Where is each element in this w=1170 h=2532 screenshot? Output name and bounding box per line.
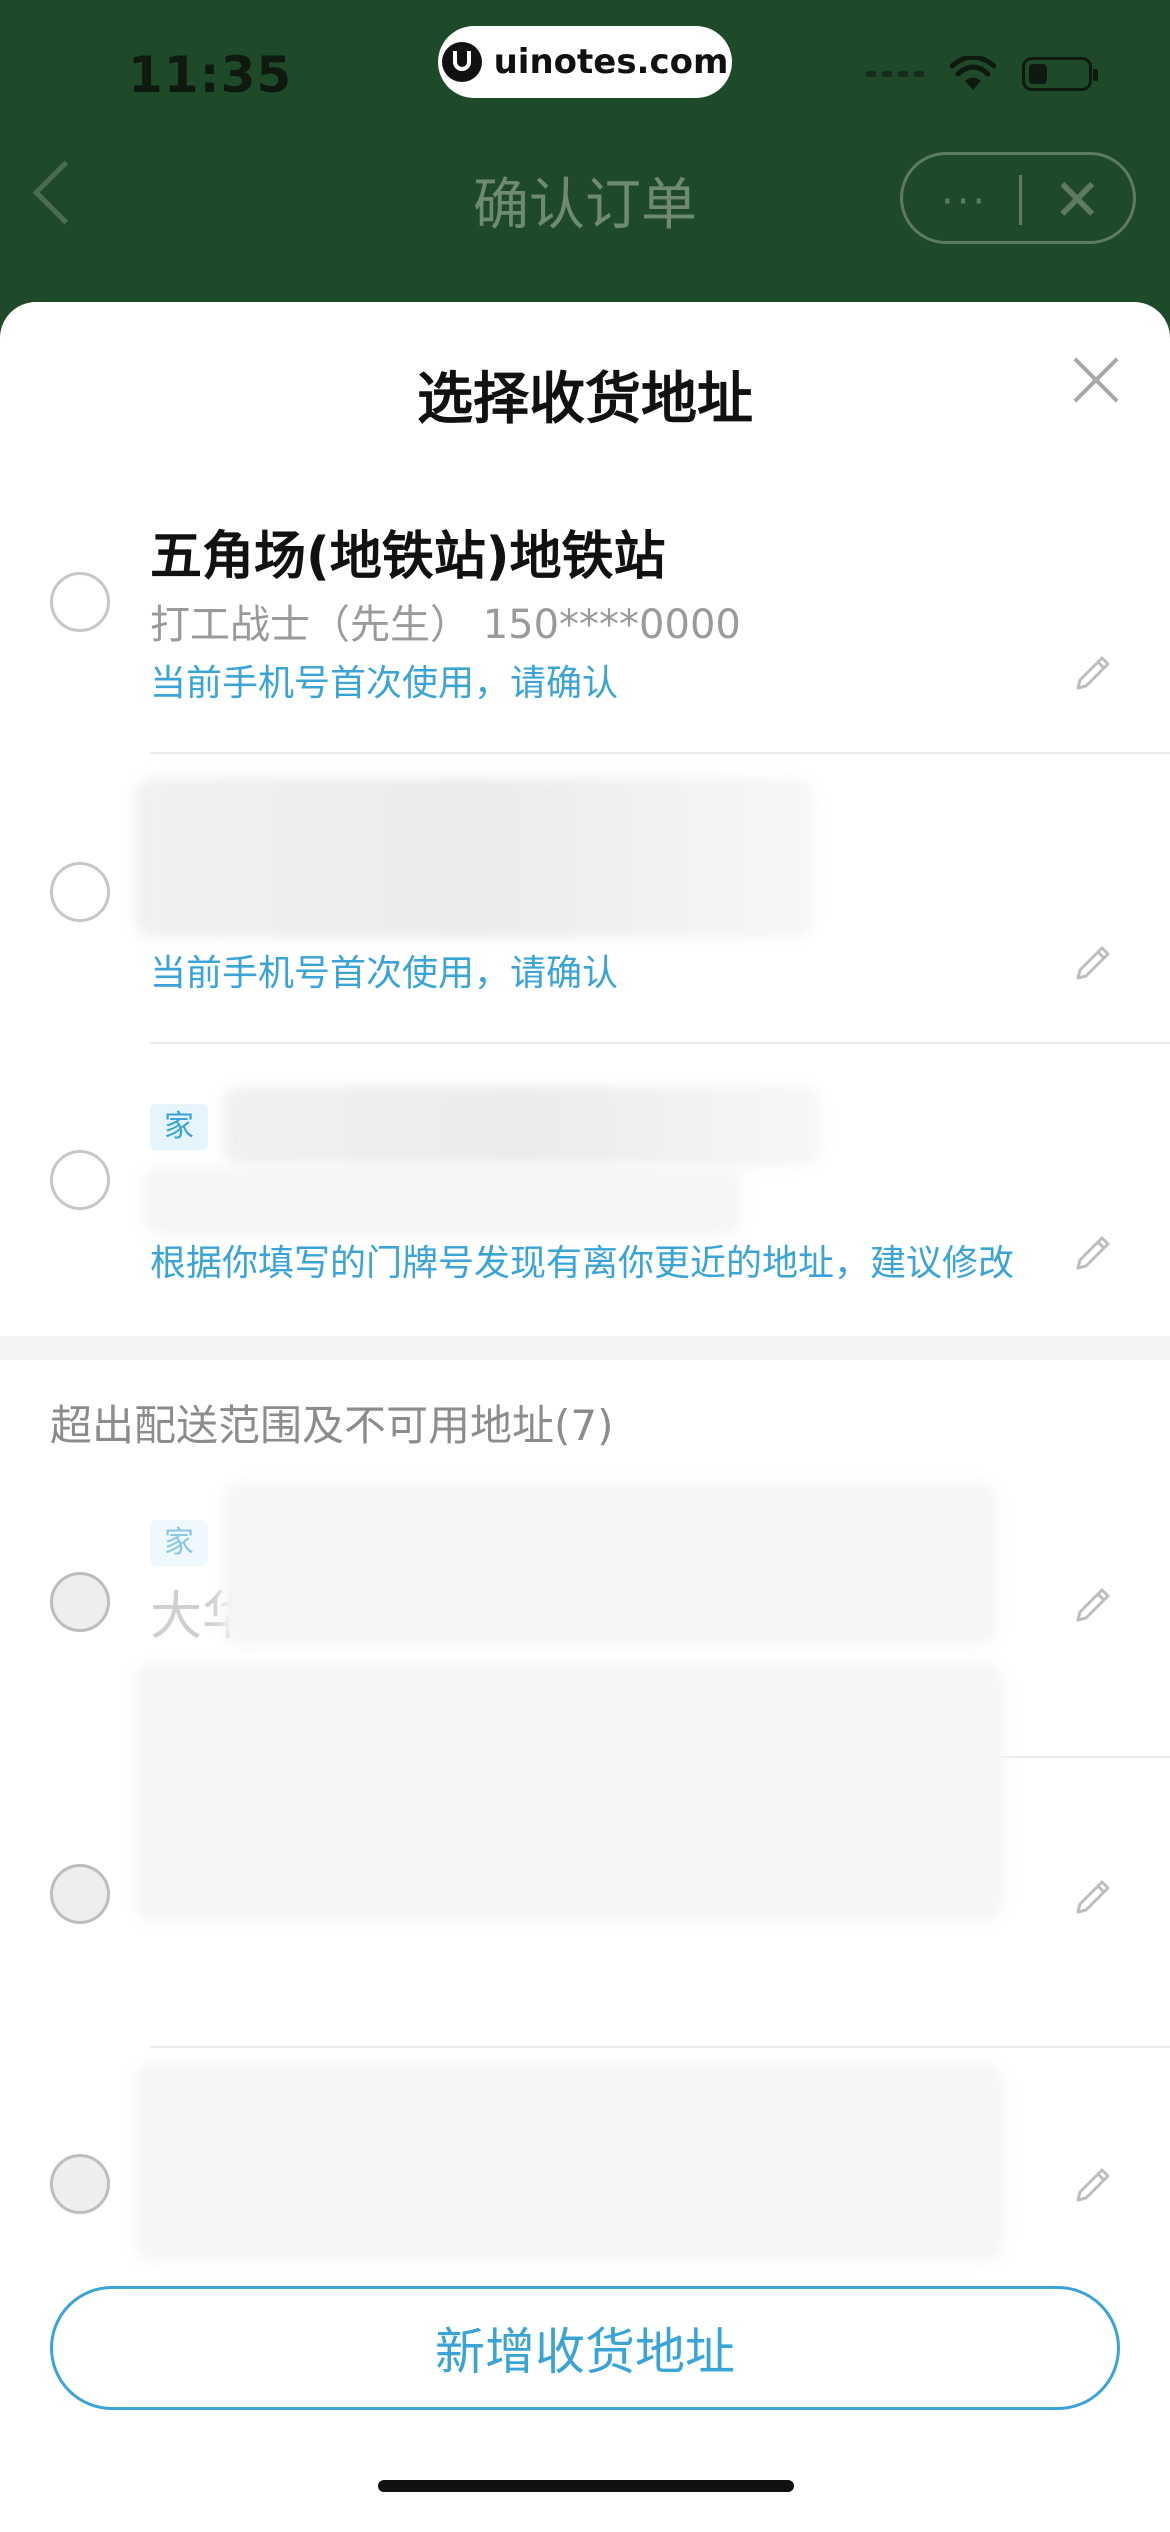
address-radio-1[interactable] xyxy=(50,572,110,632)
address-note-3: 根据你填写的门牌号发现有离你更近的地址，建议修改 xyxy=(150,1243,1015,1284)
address-divider xyxy=(150,2046,1170,2048)
address-sheet: 选择收货地址 五角场(地铁站)地铁站 打工战士（先生） 150****0000 … xyxy=(0,302,1170,2532)
address-divider xyxy=(150,752,1170,754)
signal-icon xyxy=(866,71,924,77)
home-indicator xyxy=(378,2480,794,2492)
capsule-close-icon[interactable]: ✕ xyxy=(1053,171,1102,229)
unavailable-radio-3 xyxy=(50,2154,110,2214)
address-note-2: 当前手机号首次使用，请确认 xyxy=(150,953,619,994)
unavailable-radio-1 xyxy=(50,1572,110,1632)
address-radio-2[interactable] xyxy=(50,862,110,922)
url-text: uinotes.com xyxy=(493,42,729,82)
close-icon[interactable] xyxy=(1070,354,1122,406)
redacted-address-2 xyxy=(134,778,814,938)
edit-icon[interactable] xyxy=(1072,1580,1116,1624)
edit-icon[interactable] xyxy=(1072,1228,1116,1272)
sheet-title: 选择收货地址 xyxy=(417,367,753,432)
unavailable-section-title: 超出配送范围及不可用地址(7) xyxy=(50,1401,614,1450)
address-name-1: 五角场(地铁站)地铁站 xyxy=(150,527,666,587)
redacted-unavailable-1 xyxy=(222,1482,998,1646)
add-address-button[interactable]: 新增收货地址 xyxy=(50,2286,1120,2410)
unavailable-radio-2 xyxy=(50,1864,110,1924)
redacted-address-3-contact xyxy=(142,1166,742,1236)
uinotes-logo-icon xyxy=(441,42,482,82)
address-note-1: 当前手机号首次使用，请确认 xyxy=(150,663,619,704)
edit-icon[interactable] xyxy=(1072,1872,1116,1916)
address-radio-3[interactable] xyxy=(50,1150,110,1210)
address-contact-1: 打工战士（先生） 150****0000 xyxy=(150,602,741,648)
mini-program-capsule: ··· ✕ xyxy=(900,152,1136,244)
more-icon[interactable]: ··· xyxy=(941,179,988,225)
wifi-icon xyxy=(950,56,996,90)
address-divider xyxy=(150,1042,1170,1044)
edit-icon[interactable] xyxy=(1072,648,1116,692)
redacted-unavailable-2 xyxy=(134,1662,1004,1922)
status-icons xyxy=(866,56,1098,92)
status-time: 11:35 xyxy=(128,46,293,104)
header-background: 11:35 uinotes.com 确认订单 ··· ✕ xyxy=(0,0,1170,300)
redacted-unavailable-3 xyxy=(134,2062,1004,2262)
section-separator xyxy=(0,1336,1170,1360)
battery-icon xyxy=(1022,57,1098,91)
capsule-divider xyxy=(1019,175,1022,225)
address-tag-home: 家 xyxy=(150,1104,208,1150)
url-pill: uinotes.com xyxy=(438,26,732,98)
edit-icon[interactable] xyxy=(1072,2160,1116,2204)
edit-icon[interactable] xyxy=(1072,938,1116,982)
unavailable-tag-home: 家 xyxy=(150,1520,208,1566)
redacted-address-3-name xyxy=(222,1086,822,1166)
